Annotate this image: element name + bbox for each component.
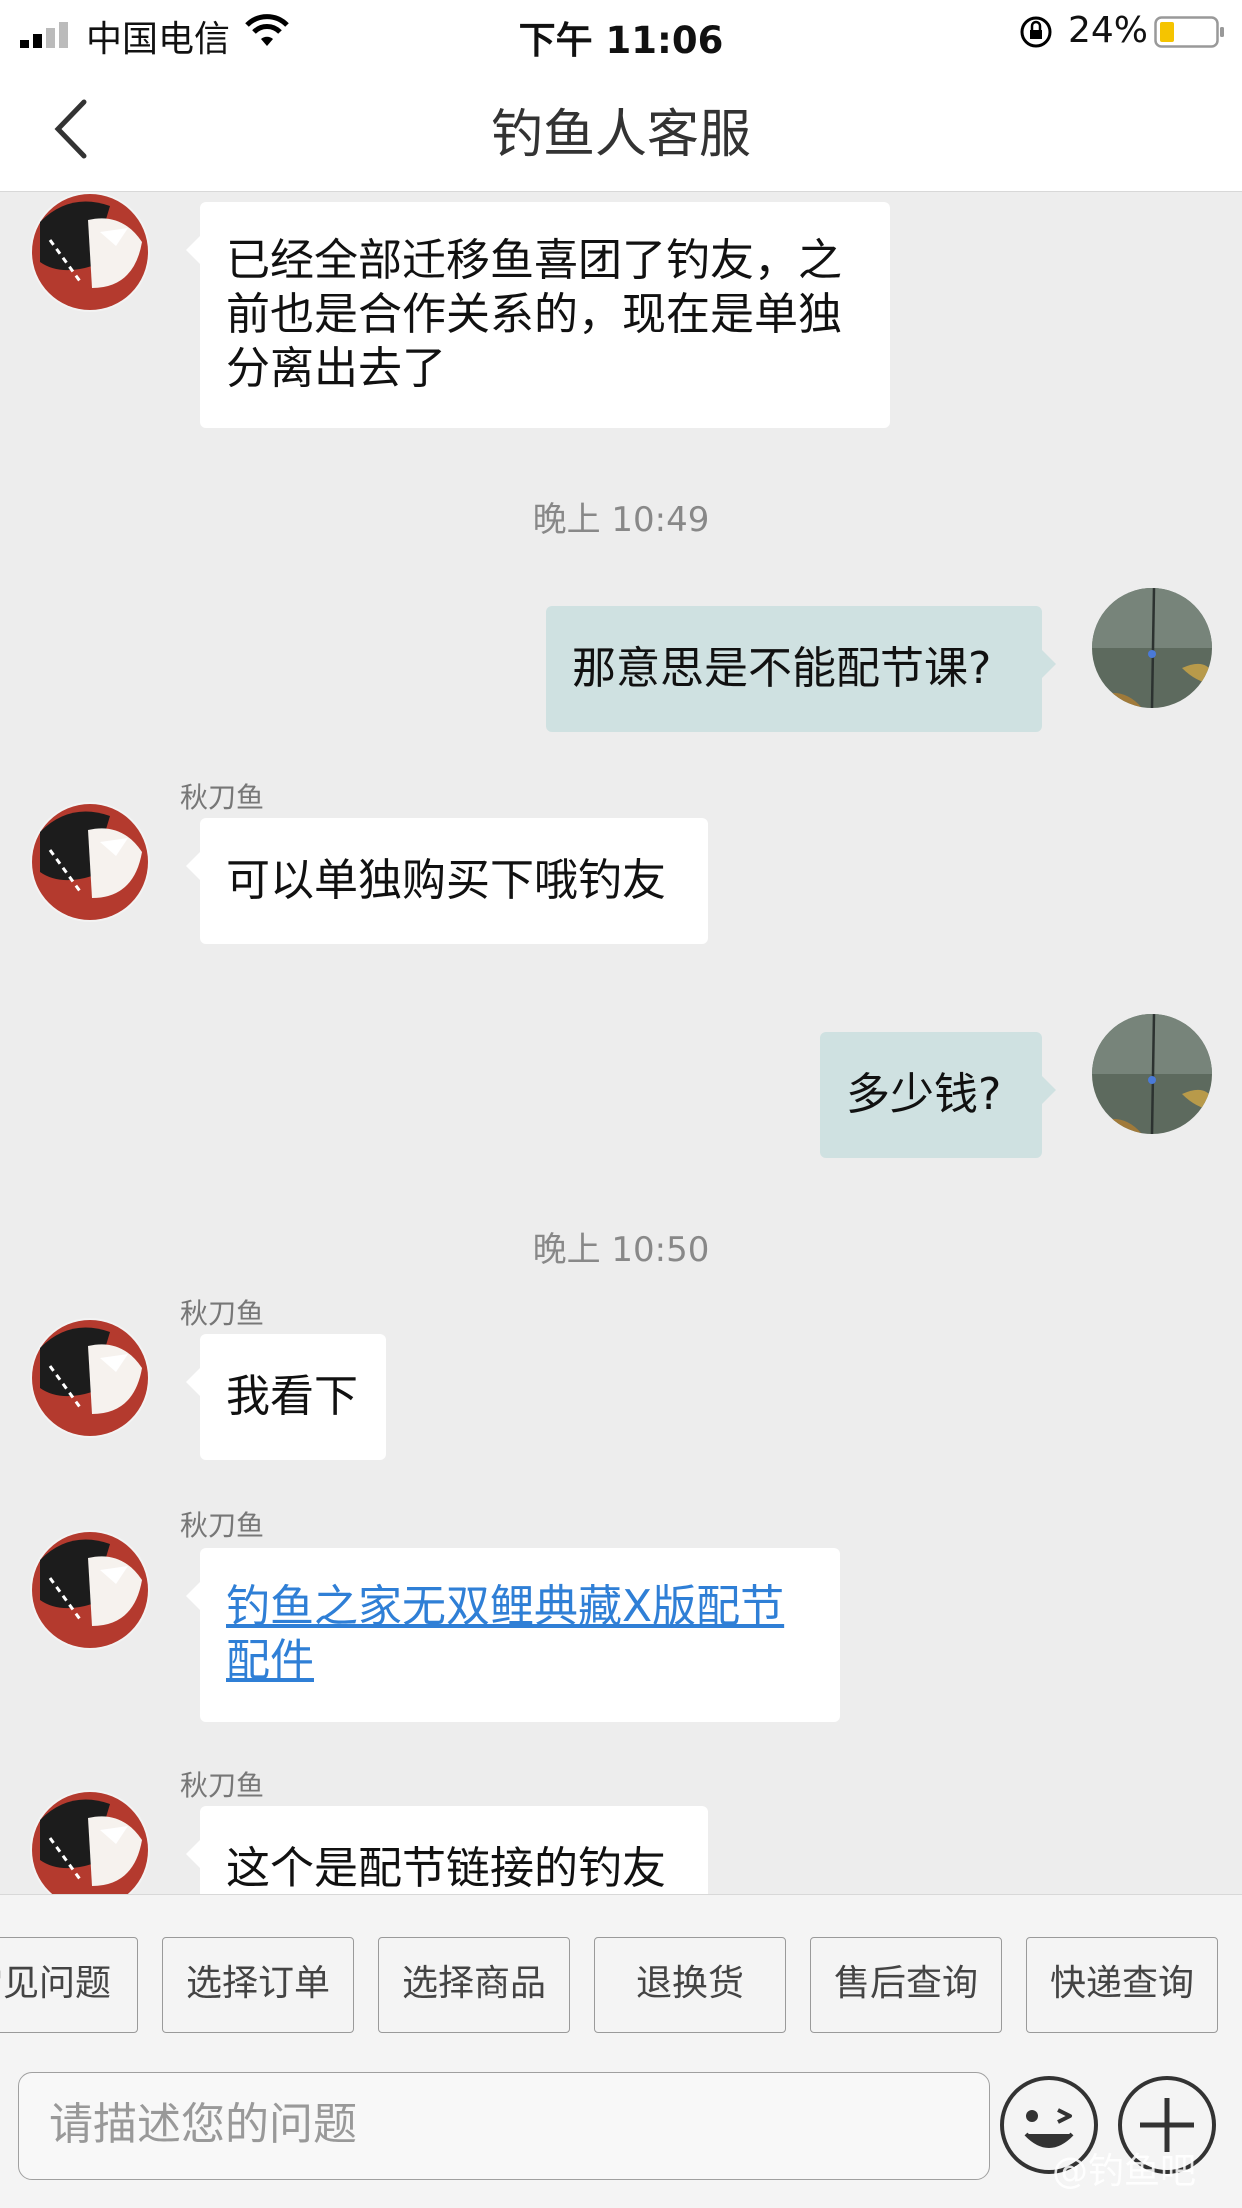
message-bubble-incoming: 已经全部迁移鱼喜团了钓友，之 前也是合作关系的，现在是单独 分离出去了 bbox=[186, 202, 890, 428]
sender-name: 秋刀鱼 bbox=[180, 1769, 265, 1802]
status-bar: 中国电信 下午 11:06 24% bbox=[0, 0, 1242, 66]
chat-thread[interactable]: 已经全部迁移鱼喜团了钓友，之 前也是合作关系的，现在是单独 分离出去了 晚上 1… bbox=[0, 192, 1242, 1894]
watermark: @钓鱼吧 bbox=[1052, 2151, 1197, 2192]
sender-name: 秋刀鱼 bbox=[180, 781, 265, 814]
agent-avatar-image bbox=[30, 192, 150, 312]
quick-action-bar: 常见问题 选择订单 选择商品 退换货 售后查询 快递查询 bbox=[0, 1894, 1242, 2036]
agent-avatar[interactable] bbox=[30, 1318, 150, 1438]
message-text: 那意思是不能配节课? bbox=[572, 643, 992, 694]
message-text-line: 前也是合作关系的，现在是单独 bbox=[226, 289, 842, 340]
product-link[interactable]: 配件 bbox=[226, 1634, 814, 1688]
battery-percent: 24% bbox=[1068, 10, 1149, 51]
message-text: 可以单独购买下哦钓友 bbox=[226, 855, 666, 906]
agent-avatar[interactable] bbox=[30, 192, 150, 312]
message-bubble-incoming: 可以单独购买下哦钓友 bbox=[186, 818, 708, 944]
message-timestamp: 晚上 10:50 bbox=[532, 1230, 710, 1270]
chip-select-order[interactable]: 选择订单 bbox=[162, 1937, 354, 2033]
status-time: 下午 11:06 bbox=[518, 19, 724, 62]
message-text: 多少钱? bbox=[846, 1069, 1002, 1120]
chip-faq[interactable]: 常见问题 bbox=[0, 1937, 138, 2033]
user-avatar-image bbox=[1092, 588, 1212, 708]
message-input[interactable]: 请描述您的问题 bbox=[18, 2072, 990, 2180]
agent-avatar[interactable] bbox=[30, 1790, 150, 1894]
message-text: 我看下 bbox=[226, 1371, 358, 1422]
chip-return-exchange[interactable]: 退换货 bbox=[594, 1937, 786, 2033]
sender-name: 秋刀鱼 bbox=[180, 1297, 265, 1330]
message-text-line: 分离出去了 bbox=[226, 343, 446, 394]
message-bubble-incoming: 我看下 bbox=[186, 1334, 386, 1460]
chip-select-product[interactable]: 选择商品 bbox=[378, 1937, 570, 2033]
sender-name: 秋刀鱼 bbox=[180, 1509, 265, 1542]
nav-bar: 钓鱼人客服 bbox=[0, 66, 1242, 192]
user-avatar[interactable] bbox=[1092, 588, 1212, 708]
orientation-lock-icon bbox=[1020, 16, 1052, 48]
user-avatar-image bbox=[1092, 1014, 1212, 1134]
agent-avatar[interactable] bbox=[30, 1530, 150, 1650]
message-bubble-outgoing: 那意思是不能配节课? bbox=[546, 606, 1056, 732]
message-timestamp: 晚上 10:49 bbox=[532, 500, 710, 540]
agent-avatar-image bbox=[30, 1530, 150, 1650]
user-avatar[interactable] bbox=[1092, 1014, 1212, 1134]
agent-avatar-image bbox=[30, 1790, 150, 1894]
page-title: 钓鱼人客服 bbox=[490, 105, 751, 165]
product-link[interactable]: 钓鱼之家无双鲤典藏Ⅹ版配节 bbox=[226, 1580, 814, 1634]
agent-avatar-image bbox=[30, 802, 150, 922]
message-text-line: 已经全部迁移鱼喜团了钓友，之 bbox=[226, 235, 842, 286]
chip-track-delivery[interactable]: 快递查询 bbox=[1026, 1937, 1218, 2033]
chip-after-sales[interactable]: 售后查询 bbox=[810, 1937, 1002, 2033]
message-text: 这个是配节链接的钓友 bbox=[226, 1843, 666, 1894]
message-bubble-incoming: 这个是配节链接的钓友 bbox=[186, 1806, 708, 1894]
agent-avatar[interactable] bbox=[30, 802, 150, 922]
message-bubble-incoming: 钓鱼之家无双鲤典藏Ⅹ版配节 配件 bbox=[186, 1548, 840, 1722]
battery-icon bbox=[1154, 16, 1224, 48]
message-bubble-outgoing: 多少钱? bbox=[820, 1032, 1056, 1158]
agent-avatar-image bbox=[30, 1318, 150, 1438]
